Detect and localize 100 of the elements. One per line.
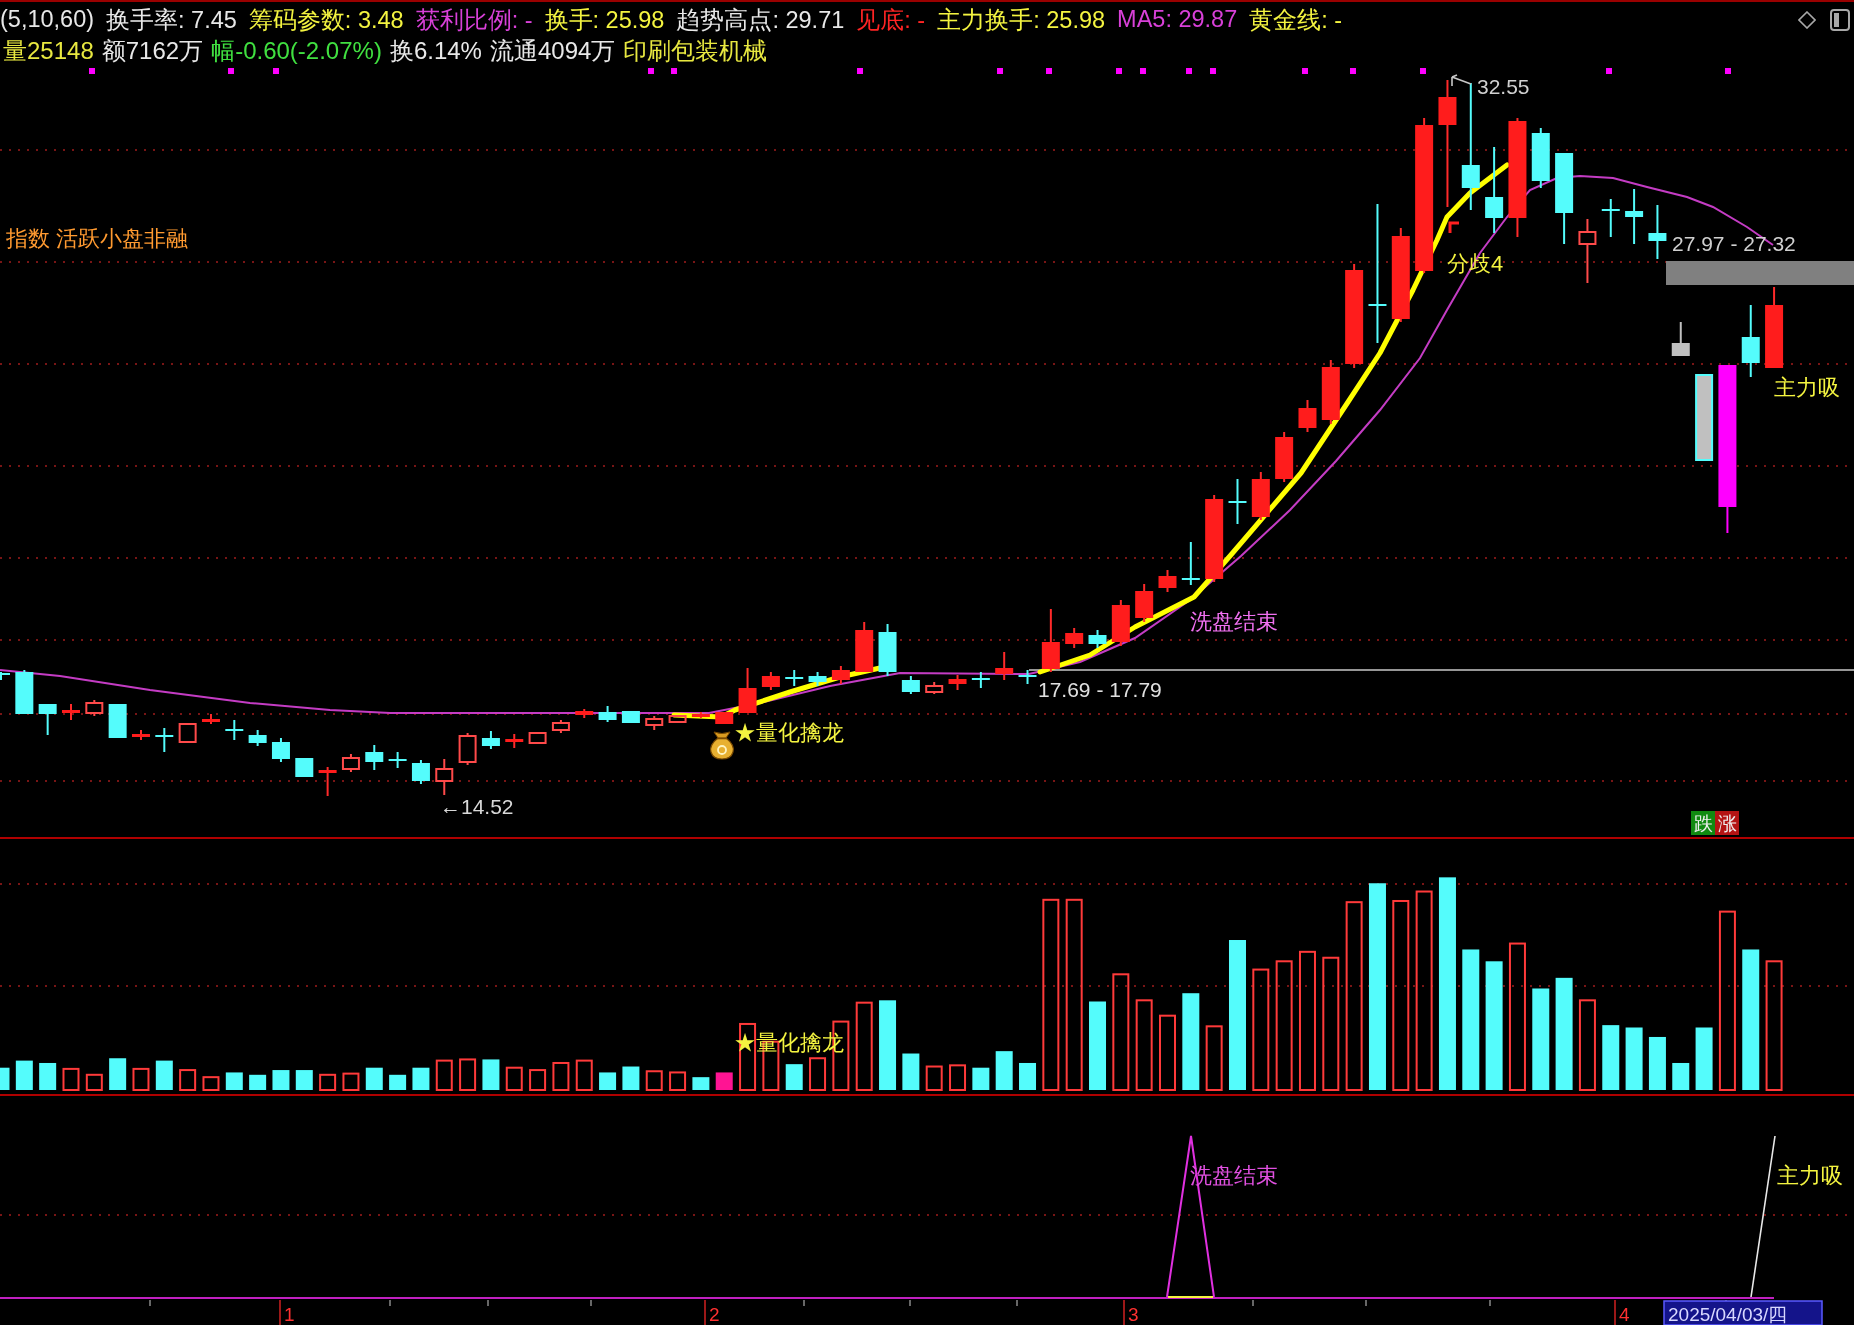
volume-bar — [1205, 1025, 1223, 1091]
candlestick — [1625, 188, 1644, 245]
money-bag-icon — [710, 731, 734, 760]
candlestick — [1088, 629, 1107, 649]
candlestick — [1298, 399, 1317, 433]
indicator-readout: 获利比例: - — [415, 5, 533, 35]
candlestick — [621, 710, 640, 724]
volume-bar — [669, 1071, 687, 1091]
candlestick — [1135, 583, 1154, 623]
candlestick — [505, 733, 524, 749]
candlestick — [761, 671, 780, 691]
candlestick — [855, 621, 874, 673]
month-label: 3 — [1128, 1303, 1139, 1325]
candlestick — [995, 651, 1014, 681]
indicator-readout: (5,10,60) — [0, 6, 95, 33]
signal-marker-icon — [1046, 68, 1052, 74]
pointer-arrow-icon — [1451, 74, 1472, 87]
date-label: 2025/04/03/四 — [1663, 1300, 1823, 1325]
volume-bar — [272, 1070, 290, 1090]
candlestick — [738, 667, 757, 714]
indicator-readout: MA5: 29.87 — [1117, 6, 1238, 33]
candlestick — [318, 766, 337, 797]
candlestick — [271, 737, 290, 763]
support-range-label: 17.69 - 17.79 — [1038, 677, 1162, 701]
candlestick — [132, 729, 150, 741]
volume-bar — [365, 1067, 383, 1090]
month-label: 1 — [284, 1303, 295, 1325]
volume-bar — [225, 1072, 243, 1090]
candlestick — [925, 681, 944, 695]
volume-bar — [249, 1074, 267, 1090]
candlestick — [691, 711, 710, 719]
volume-bar — [295, 1070, 313, 1090]
panel-icon[interactable] — [1830, 8, 1850, 31]
signal-marker-icon — [1210, 68, 1216, 74]
volume-bar — [1019, 1063, 1036, 1090]
candlestick — [295, 757, 314, 778]
signal-label: ★量化擒龙 — [734, 719, 844, 745]
range-label: 27.97 - 27.32 — [1672, 231, 1796, 255]
volume-bar — [435, 1059, 453, 1091]
volume-bar — [319, 1073, 337, 1091]
volume-bar — [599, 1072, 617, 1090]
volume-bar — [645, 1070, 663, 1091]
candlestick — [551, 719, 570, 734]
candlestick — [1321, 359, 1340, 425]
candlestick — [948, 674, 967, 691]
volume-bar — [85, 1073, 103, 1091]
signal-marker-icon — [648, 68, 654, 74]
candlestick — [1227, 478, 1248, 525]
volume-bar — [925, 1065, 943, 1091]
candlestick — [715, 711, 734, 725]
volume-bar — [575, 1059, 593, 1091]
legend-tag: 跌 — [1691, 811, 1715, 835]
volume-bar — [972, 1067, 990, 1090]
candlestick — [1531, 127, 1550, 189]
quote-stat: 流通4094万 — [489, 35, 616, 66]
signal-marker-icon — [997, 68, 1003, 74]
candlestick — [668, 715, 687, 723]
candlestick — [458, 732, 477, 766]
candlestick — [598, 705, 617, 723]
candlestick — [901, 675, 920, 695]
candlestick — [878, 623, 897, 677]
candlestick — [1600, 198, 1621, 238]
candlestick — [224, 719, 245, 741]
candlestick — [1111, 599, 1130, 647]
volume-bar — [692, 1077, 710, 1090]
volume-bar — [949, 1064, 967, 1091]
candlestick — [1275, 431, 1294, 483]
volume-bar — [902, 1053, 920, 1090]
candlestick — [831, 665, 850, 685]
candlestick — [178, 723, 197, 743]
high-price-label: 32.55 — [1477, 74, 1530, 98]
candlestick — [341, 753, 360, 773]
signal-marker-icon — [1140, 68, 1146, 74]
diamond-icon[interactable] — [1798, 10, 1816, 29]
candlestick — [387, 751, 408, 769]
volume-bar — [342, 1072, 360, 1091]
signal-marker-icon — [1350, 68, 1356, 74]
quote-stat: 印刷包装机械 — [623, 35, 768, 66]
candlestick — [62, 703, 80, 721]
signal-marker-icon — [1116, 68, 1122, 74]
quote-stat: 量25148 — [3, 35, 94, 66]
candlestick — [1017, 669, 1038, 685]
signal-marker-icon — [671, 68, 677, 74]
candlestick — [1180, 541, 1201, 586]
candlestick — [365, 744, 384, 771]
volume-bar — [389, 1074, 407, 1090]
volume-bar — [529, 1069, 547, 1091]
low-price-label: ←14.52 — [440, 794, 514, 818]
volume-bar — [155, 1060, 173, 1090]
accumulation-label: 主力吸 — [1777, 1162, 1843, 1188]
volume-bar — [1672, 1063, 1690, 1090]
candlestick — [784, 669, 805, 687]
candlestick — [15, 669, 34, 715]
washout-label: 洗盘结束 — [1190, 608, 1278, 634]
indicator-readout: 换手率: 7.45 — [106, 5, 237, 35]
volume-bar — [412, 1067, 430, 1090]
volume-bar — [1695, 1027, 1713, 1090]
volume-bar — [995, 1051, 1013, 1090]
volume-bar — [202, 1076, 220, 1091]
signal-marker-icon — [857, 68, 863, 74]
